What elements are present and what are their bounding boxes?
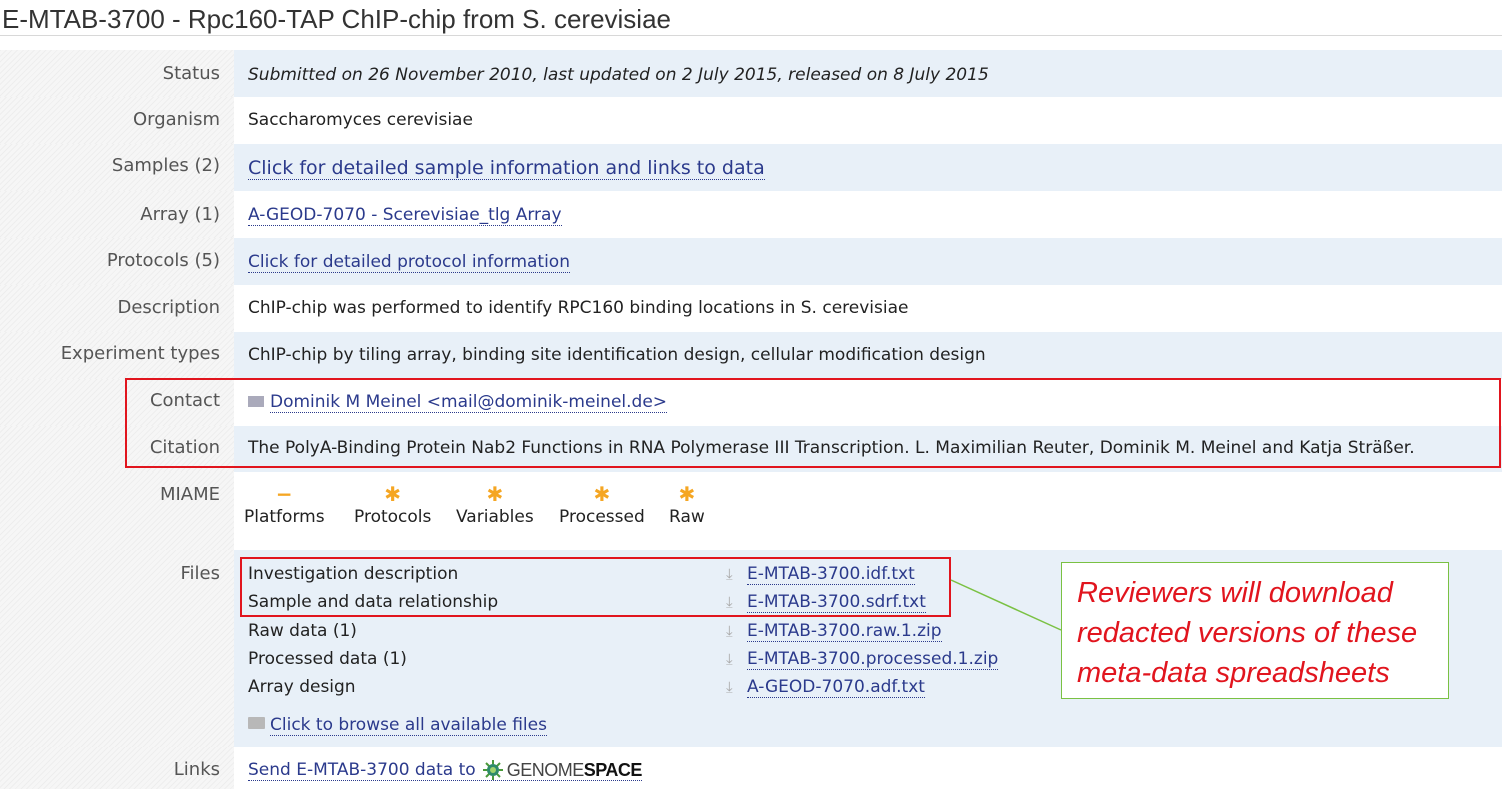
reviewer-callout: Reviewers will download redacted version…	[1061, 562, 1449, 699]
